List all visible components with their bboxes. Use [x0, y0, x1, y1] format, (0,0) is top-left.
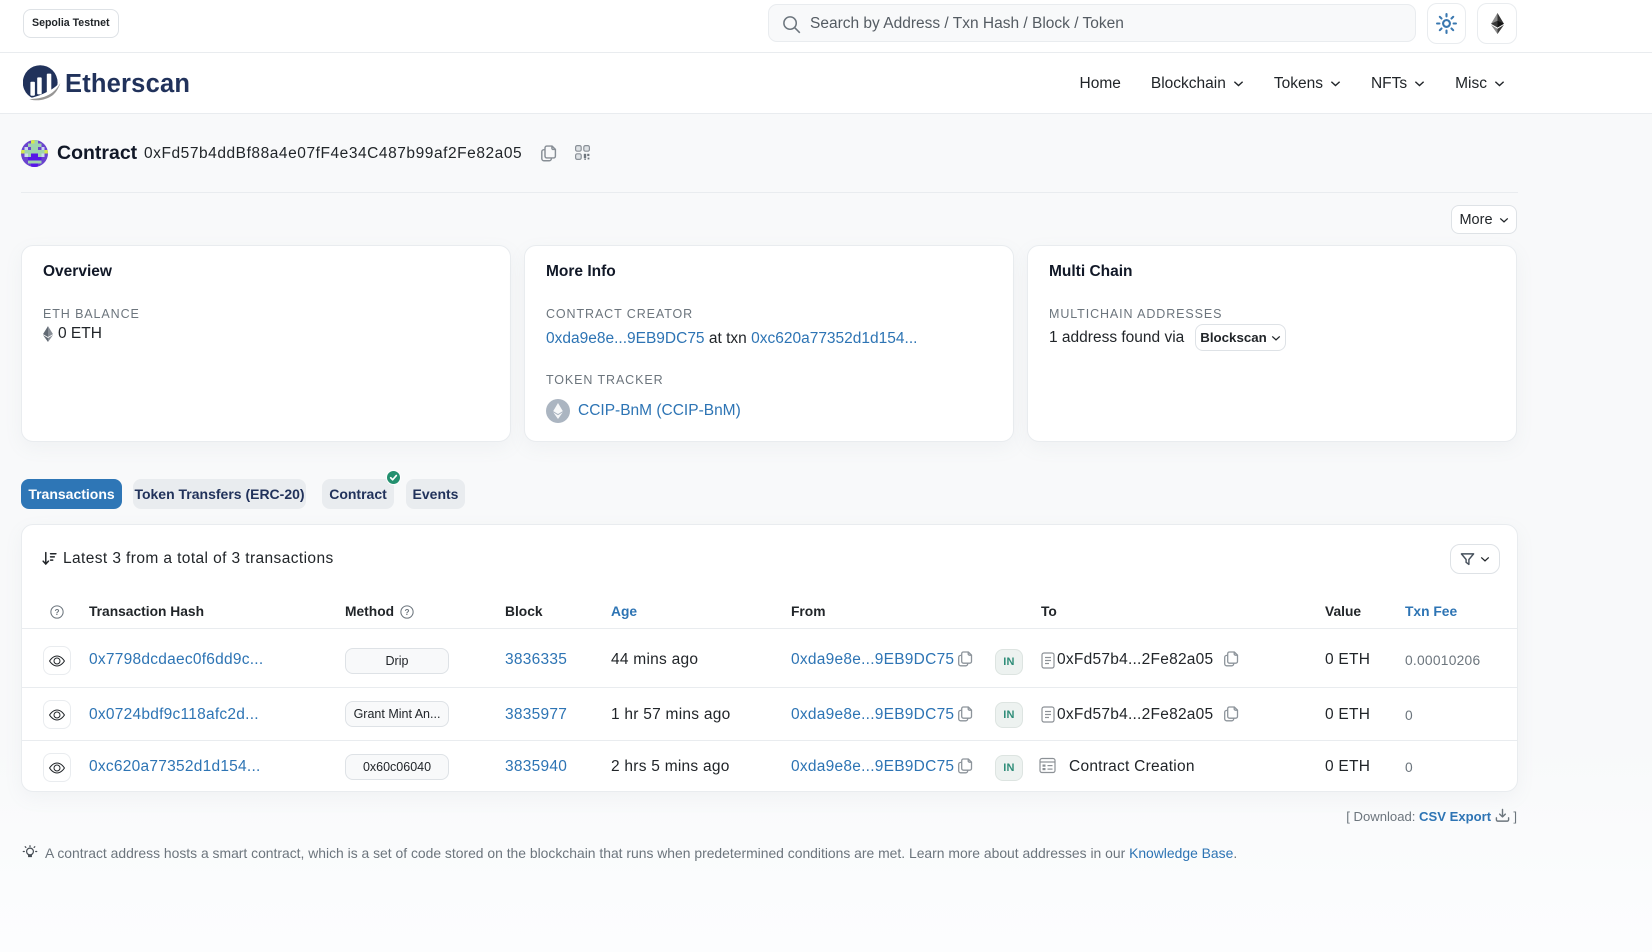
svg-text:?: ? [54, 607, 59, 617]
svg-text:?: ? [405, 607, 410, 617]
